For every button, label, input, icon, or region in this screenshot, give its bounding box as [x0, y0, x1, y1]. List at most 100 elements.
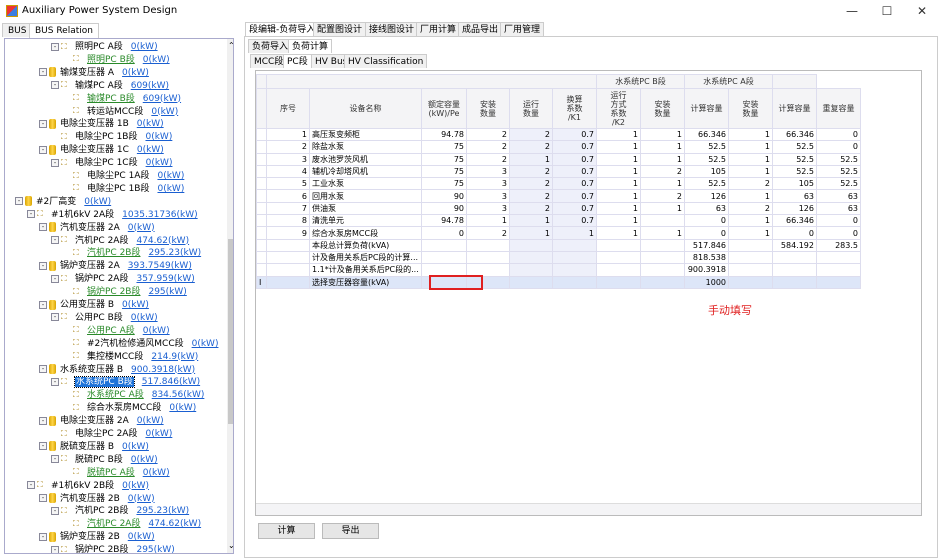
table-cell[interactable]: 126: [684, 189, 729, 203]
collapse-icon[interactable]: -: [27, 210, 35, 219]
column-header[interactable]: 重复容量: [816, 88, 861, 129]
tree-node[interactable]: - ⛶ 照明PC A段 0(kW): [51, 41, 158, 54]
table-cell[interactable]: 2: [466, 152, 510, 166]
table-cell[interactable]: 2: [466, 140, 510, 154]
tree-node-label[interactable]: 锅炉变压器 2B: [60, 532, 120, 542]
tree-node-value[interactable]: 295.23(kW): [136, 506, 189, 516]
tree-node[interactable]: ⛶ 水系统PC A段 834.56(kW): [63, 389, 204, 402]
table-row[interactable]: 8 清洗单元 94.78 1 1 0.7 1 0 1 66.346 0: [256, 214, 861, 228]
collapse-icon[interactable]: -: [39, 494, 47, 502]
table-cell[interactable]: 废水池罗茨风机: [309, 152, 422, 166]
table-cell[interactable]: 0.7: [552, 189, 597, 203]
table-cell[interactable]: 52.5: [772, 152, 817, 166]
tree-node[interactable]: ⛶ 电除尘PC 1A段 0(kW): [63, 170, 184, 183]
table-cell[interactable]: 3: [466, 164, 510, 179]
table-cell[interactable]: 90: [421, 201, 467, 216]
table-cell[interactable]: 0: [684, 214, 729, 228]
tree-node-label[interactable]: 电除尘变压器 1C: [60, 145, 129, 155]
tree-node[interactable]: ⛶ 输煤PC B段 609(kW): [63, 93, 181, 106]
tree-node-value[interactable]: 609(kW): [143, 94, 181, 104]
table-cell[interactable]: 1: [728, 189, 773, 203]
tree-node[interactable]: - 锅炉变压器 2A 393.7549(kW): [39, 260, 192, 273]
tree-node-value[interactable]: 0(kW): [143, 468, 170, 478]
table-cell[interactable]: [266, 238, 310, 252]
tree-node-value[interactable]: 295(kW): [136, 545, 174, 553]
tree-scrollbar[interactable]: ⌃ ⌄: [227, 39, 233, 553]
tree-node-value[interactable]: 0(kW): [128, 223, 155, 233]
scrollbar-thumb[interactable]: [228, 239, 233, 424]
table-cell[interactable]: 52.5: [816, 152, 861, 166]
tree-node[interactable]: - ⛶ 公用PC B段 0(kW): [51, 312, 158, 325]
column-header[interactable]: 设备名称: [309, 88, 422, 129]
table-cell[interactable]: 52.5: [816, 177, 861, 191]
table-cell[interactable]: 818.538: [684, 250, 729, 265]
table-cell[interactable]: 1: [596, 214, 641, 228]
tree-node[interactable]: ⛶ 电除尘PC 2A段 0(kW): [51, 428, 172, 441]
tab-bus[interactable]: BUS: [2, 23, 33, 37]
tree-node-value[interactable]: 609(kW): [131, 81, 169, 91]
table-cell[interactable]: 本段总计算负荷(kVA): [309, 238, 422, 252]
table-cell[interactable]: 63: [816, 201, 861, 216]
table-cell[interactable]: 清洗单元: [309, 214, 422, 228]
row-header[interactable]: [256, 238, 267, 252]
column-header[interactable]: 计算容量: [772, 88, 817, 129]
tree-node-value[interactable]: 0(kW): [146, 158, 173, 168]
tree-node[interactable]: ⛶ 公用PC A段 0(kW): [63, 325, 170, 338]
table-cell[interactable]: [421, 250, 467, 265]
table-cell[interactable]: 1: [266, 127, 310, 142]
tree-node-value[interactable]: 0(kW): [137, 119, 164, 129]
table-cell[interactable]: 1000: [684, 275, 729, 289]
row-header[interactable]: [256, 140, 267, 154]
table-cell[interactable]: 1: [640, 127, 685, 142]
column-header[interactable]: 安装 数量: [728, 88, 773, 129]
tree-node-label[interactable]: 汽机变压器 2A: [60, 223, 120, 233]
table-cell[interactable]: 2: [509, 177, 553, 191]
table-cell[interactable]: 1: [640, 201, 685, 216]
scroll-up-icon[interactable]: ⌃: [228, 41, 233, 50]
collapse-icon[interactable]: -: [51, 81, 59, 90]
table-cell[interactable]: 1: [640, 140, 685, 154]
table-cell[interactable]: 52.5: [816, 164, 861, 179]
tree-node-value[interactable]: 0(kW): [122, 68, 149, 78]
tree-node-value[interactable]: 0(kW): [131, 313, 158, 323]
table-cell[interactable]: 1: [728, 152, 773, 166]
table-cell[interactable]: [640, 250, 685, 265]
table-cell[interactable]: 1: [509, 214, 553, 228]
top-tab-3[interactable]: 厂用计算: [416, 22, 461, 36]
tree-node[interactable]: - ⛶ 水系统PC B段 517.846(kW): [51, 376, 200, 389]
segment-tab-3[interactable]: HV Classification: [344, 54, 428, 68]
table-cell[interactable]: 2: [728, 201, 773, 216]
tree-node[interactable]: - 汽机变压器 2B 0(kW): [39, 493, 155, 506]
maximize-button[interactable]: ☐: [870, 2, 904, 20]
tree-node[interactable]: - 脱硫变压器 B 0(kW): [39, 441, 149, 454]
table-cell[interactable]: 105: [684, 164, 729, 179]
table-cell[interactable]: [596, 250, 641, 265]
table-cell[interactable]: [640, 263, 685, 277]
table-cell[interactable]: [640, 214, 685, 228]
table-cell[interactable]: 75: [421, 164, 467, 179]
table-cell[interactable]: 1: [728, 140, 773, 154]
table-cell[interactable]: 1: [596, 201, 641, 216]
table-cell[interactable]: 63: [816, 189, 861, 203]
table-cell[interactable]: 2: [466, 226, 510, 240]
tree-node[interactable]: ⛶ 汽机PC 2A段 474.62(kW): [63, 518, 201, 531]
tree-node-label[interactable]: 汽机变压器 2B: [60, 494, 120, 504]
tree-node-label[interactable]: 锅炉PC 2B段: [87, 287, 140, 297]
tree-node[interactable]: - 公用变压器 B 0(kW): [39, 299, 149, 312]
table-cell[interactable]: [552, 238, 597, 252]
table-cell[interactable]: 2: [728, 177, 773, 191]
table-cell[interactable]: [816, 275, 861, 289]
table-cell[interactable]: 283.5: [816, 238, 861, 252]
top-tab-1[interactable]: 配置图设计: [313, 22, 367, 36]
table-cell[interactable]: 1: [596, 177, 641, 191]
tree-node[interactable]: ⛶ 锅炉PC 2B段 295(kW): [63, 286, 187, 299]
table-cell[interactable]: 高压泵变频柜: [309, 127, 422, 142]
table-cell[interactable]: 7: [266, 201, 310, 216]
table-cell[interactable]: [266, 250, 310, 265]
tab-bus-relation[interactable]: BUS Relation: [29, 23, 99, 38]
tree-node[interactable]: - ⛶ 电除尘PC 1C段 0(kW): [51, 157, 172, 170]
sub-tab-0[interactable]: 负荷导入: [248, 39, 293, 53]
tree-node-label[interactable]: 照明PC B段: [87, 55, 135, 65]
row-header[interactable]: [256, 214, 267, 228]
collapse-icon[interactable]: -: [39, 223, 47, 232]
